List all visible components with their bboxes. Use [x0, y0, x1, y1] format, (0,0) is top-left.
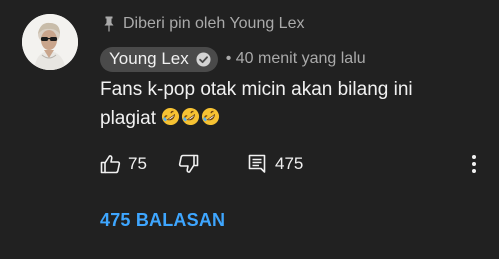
reply-button[interactable]: 475 — [248, 152, 303, 176]
comment-action-bar: 75 475 — [100, 152, 490, 176]
dislike-button[interactable] — [178, 152, 199, 176]
thumbs-up-icon — [100, 155, 121, 174]
more-options-icon[interactable] — [471, 154, 477, 174]
like-button[interactable]: 75 — [100, 152, 147, 176]
comment-line-2: plagiat — [100, 108, 156, 129]
view-replies-link[interactable]: 475 BALASAN — [100, 210, 225, 231]
rolling-on-floor-laughing-emoji-icon — [162, 107, 180, 126]
reply-count: 475 — [275, 154, 304, 173]
pinned-text: Diberi pin oleh Young Lex — [123, 15, 305, 32]
author-name: Young Lex — [109, 49, 189, 68]
thumbs-down-icon — [178, 154, 199, 173]
rolling-on-floor-laughing-emoji-icon — [202, 107, 220, 126]
comment-header: Young Lex • 40 menit yang lalu — [100, 46, 366, 72]
author-name-chip[interactable]: Young Lex — [100, 46, 218, 72]
comment-icon — [248, 154, 266, 173]
rolling-on-floor-laughing-emoji-icon — [182, 107, 200, 126]
author-avatar[interactable] — [22, 14, 78, 70]
verified-icon — [196, 51, 211, 67]
comment-text: Fans k-pop otak micin akan bilang ini pl… — [100, 75, 460, 133]
pinned-indicator: Diberi pin oleh Young Lex — [103, 13, 304, 35]
comment-line-1: Fans k-pop otak micin akan bilang ini — [100, 79, 413, 100]
like-count: 75 — [128, 154, 147, 173]
comment-timestamp[interactable]: • 40 menit yang lalu — [226, 50, 366, 68]
pin-icon — [104, 16, 114, 32]
